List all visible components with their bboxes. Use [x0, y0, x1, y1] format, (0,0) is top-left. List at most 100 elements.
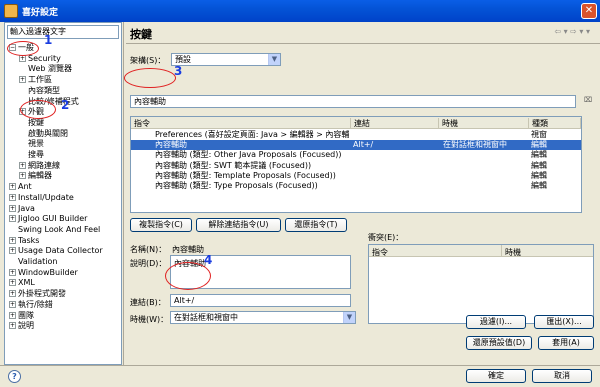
tree-item[interactable]: + 說明 — [9, 321, 34, 331]
tree-item[interactable]: + WindowBuilder — [9, 268, 78, 278]
expand-icon[interactable]: + — [19, 172, 26, 180]
tree-item[interactable]: + Install/Update — [9, 193, 74, 203]
help-icon[interactable]: ? — [8, 370, 21, 383]
tree-item-label: Usage Data Collector — [18, 246, 103, 256]
tree-item-label: 搜尋 — [28, 150, 44, 159]
table-row[interactable]: 內容輔助 (類型: Template Proposals (Focused)) 編… — [131, 171, 581, 181]
restore-defaults-button[interactable]: 還原預設值(D) — [466, 336, 532, 350]
tree-item[interactable]: + Tasks — [9, 236, 39, 246]
tree-item[interactable]: 視景 — [19, 139, 44, 149]
table-row[interactable]: 內容輔助 (類型: SWT 範本提議 (Focused)) 編輯 — [131, 161, 581, 171]
unbind-command-button[interactable]: 解除連結指令(U) — [196, 218, 281, 232]
table-header: 指令 連結 時機 種類 — [131, 117, 581, 129]
cell-cat: 編輯 — [531, 150, 547, 160]
expand-icon[interactable]: + — [9, 183, 16, 191]
tree-item[interactable]: + Ant — [9, 182, 32, 192]
tree-item-label: Java — [18, 203, 35, 213]
annotation-number-4: 4 — [204, 253, 213, 267]
expand-icon[interactable]: + — [9, 193, 16, 201]
tree-item[interactable]: Web 瀏覽器 — [19, 64, 72, 74]
tree-item[interactable]: + 編輯器 — [19, 171, 52, 181]
cell-cmd: 內容輔助 (類型: Type Proposals (Focused)) — [155, 181, 318, 190]
tree-item-label: 內容類型 — [28, 85, 60, 95]
tree-item[interactable]: Validation — [9, 257, 58, 267]
app-icon — [4, 4, 18, 18]
expand-icon[interactable]: + — [9, 236, 16, 244]
conflicts-table[interactable]: 指令 時機 — [368, 244, 594, 324]
column-when[interactable]: 時機 — [439, 118, 529, 128]
when-select[interactable]: 在對話框和視窗中 ▼ — [170, 311, 356, 324]
tree-item[interactable]: + Jigloo GUI Builder — [9, 214, 87, 224]
tree-item-label: 工作區 — [28, 75, 52, 85]
chevron-down-icon: ▼ — [268, 54, 280, 65]
tree-item[interactable]: + Usage Data Collector — [9, 246, 103, 256]
window-title: 喜好設定 — [22, 8, 59, 18]
expand-icon[interactable]: + — [9, 290, 16, 298]
expand-icon[interactable]: + — [19, 161, 26, 169]
export-button[interactable]: 匯出(X)... — [534, 315, 594, 329]
expand-icon[interactable]: + — [9, 279, 16, 287]
conflict-column-when[interactable]: 時機 — [505, 247, 521, 258]
tree-item-label: 視景 — [28, 139, 44, 149]
page-title: 按鍵 — [130, 28, 152, 41]
copy-command-button[interactable]: 複製指令(C) — [130, 218, 192, 232]
binding-input[interactable]: Alt+/ — [170, 294, 351, 307]
table-row[interactable]: 內容輔助 (類型: Type Proposals (Focused)) 編輯 — [131, 181, 581, 191]
annotation-number-3: 3 — [174, 64, 183, 78]
title-bar: 喜好設定 ✕ — [0, 0, 600, 22]
expand-icon[interactable]: + — [9, 204, 16, 212]
scheme-label: 架構(S)： — [130, 56, 166, 65]
restore-command-button[interactable]: 還原指令(T) — [285, 218, 347, 232]
tree-item-label: 啟動與關閉 — [28, 128, 68, 138]
apply-button[interactable]: 套用(A) — [538, 336, 594, 350]
conflicts-label: 衝突(E)： — [368, 233, 404, 242]
filter-input[interactable]: 輸入過濾器文字 — [7, 25, 119, 39]
tree-item[interactable]: + 網路連線 — [19, 161, 60, 171]
divider — [126, 43, 600, 44]
keys-page: 按鍵 ⇦ ▾ ⇨ ▾ ▾ 架構(S)： 預設 ▼ 內容輔助 ⌧ 指令 連結 時機… — [126, 22, 600, 365]
cancel-button[interactable]: 取消 — [532, 369, 592, 383]
filters-button[interactable]: 過濾(I)... — [466, 315, 526, 329]
expand-icon[interactable]: + — [9, 215, 16, 223]
column-category[interactable]: 種類 — [529, 118, 581, 128]
clear-filter-icon[interactable]: ⌧ — [584, 96, 594, 107]
expand-icon[interactable]: + — [9, 268, 16, 276]
tree-item[interactable]: + 團隊 — [9, 311, 34, 321]
conflict-column-command[interactable]: 指令 — [372, 247, 388, 258]
column-divider — [501, 245, 502, 257]
tree-item[interactable]: + 工作區 — [19, 75, 52, 85]
annotation-number-2: 2 — [61, 98, 70, 112]
column-binding[interactable]: 連結 — [351, 118, 439, 128]
annotation-ellipse-1 — [7, 41, 39, 56]
scheme-select[interactable]: 預設 ▼ — [171, 53, 281, 66]
cell-cat: 視窗 — [531, 130, 547, 139]
column-command[interactable]: 指令 — [131, 118, 351, 128]
cell-cmd: 內容輔助 (類型: SWT 範本提議 (Focused)) — [155, 160, 312, 170]
command-filter-input[interactable]: 內容輔助 — [130, 95, 576, 108]
tree-item-label: Jigloo GUI Builder — [18, 214, 88, 224]
commands-table[interactable]: 指令 連結 時機 種類 Preferences (喜好設定頁面: Java > … — [130, 116, 582, 213]
table-row[interactable]: 內容輔助 (類型: Other Java Proposals (Focused)… — [131, 150, 581, 160]
annotation-number-1: 1 — [44, 33, 53, 47]
expand-icon[interactable]: + — [9, 311, 16, 319]
tree-item[interactable]: 按鍵 — [19, 118, 44, 128]
tree-item[interactable]: + 外掛程式開發 — [9, 289, 66, 299]
tree-item[interactable]: 搜尋 — [19, 150, 44, 160]
tree-item[interactable]: + XML — [9, 278, 35, 288]
tree-item[interactable]: Swing Look And Feel — [9, 225, 100, 235]
expand-icon[interactable]: + — [9, 322, 16, 330]
ok-button[interactable]: 確定 — [466, 369, 526, 383]
tree-item[interactable]: 內容類型 — [19, 86, 60, 96]
cell-cmd: Preferences (喜好設定頁面: Java > 編輯器 > 內容輔助) — [155, 130, 349, 139]
table-row[interactable]: 內容輔助 Alt+/ 在對話框和視窗中 編輯 — [131, 140, 581, 151]
expand-icon[interactable]: + — [9, 300, 16, 308]
table-row[interactable]: Preferences (喜好設定頁面: Java > 編輯器 > 內容輔助) 視… — [131, 130, 581, 140]
tree-item[interactable]: + Java — [9, 204, 35, 214]
expand-icon[interactable]: + — [9, 247, 16, 255]
tree-item-label: Web 瀏覽器 — [28, 64, 72, 74]
expand-icon[interactable]: + — [19, 76, 26, 84]
tree-item[interactable]: + 執行/除錯 — [9, 300, 53, 310]
tree-item[interactable]: 啟動與關閉 — [19, 129, 68, 139]
close-icon[interactable]: ✕ — [581, 3, 597, 19]
history-nav-icons[interactable]: ⇦ ▾ ⇨ ▾ ▾ — [554, 27, 590, 36]
